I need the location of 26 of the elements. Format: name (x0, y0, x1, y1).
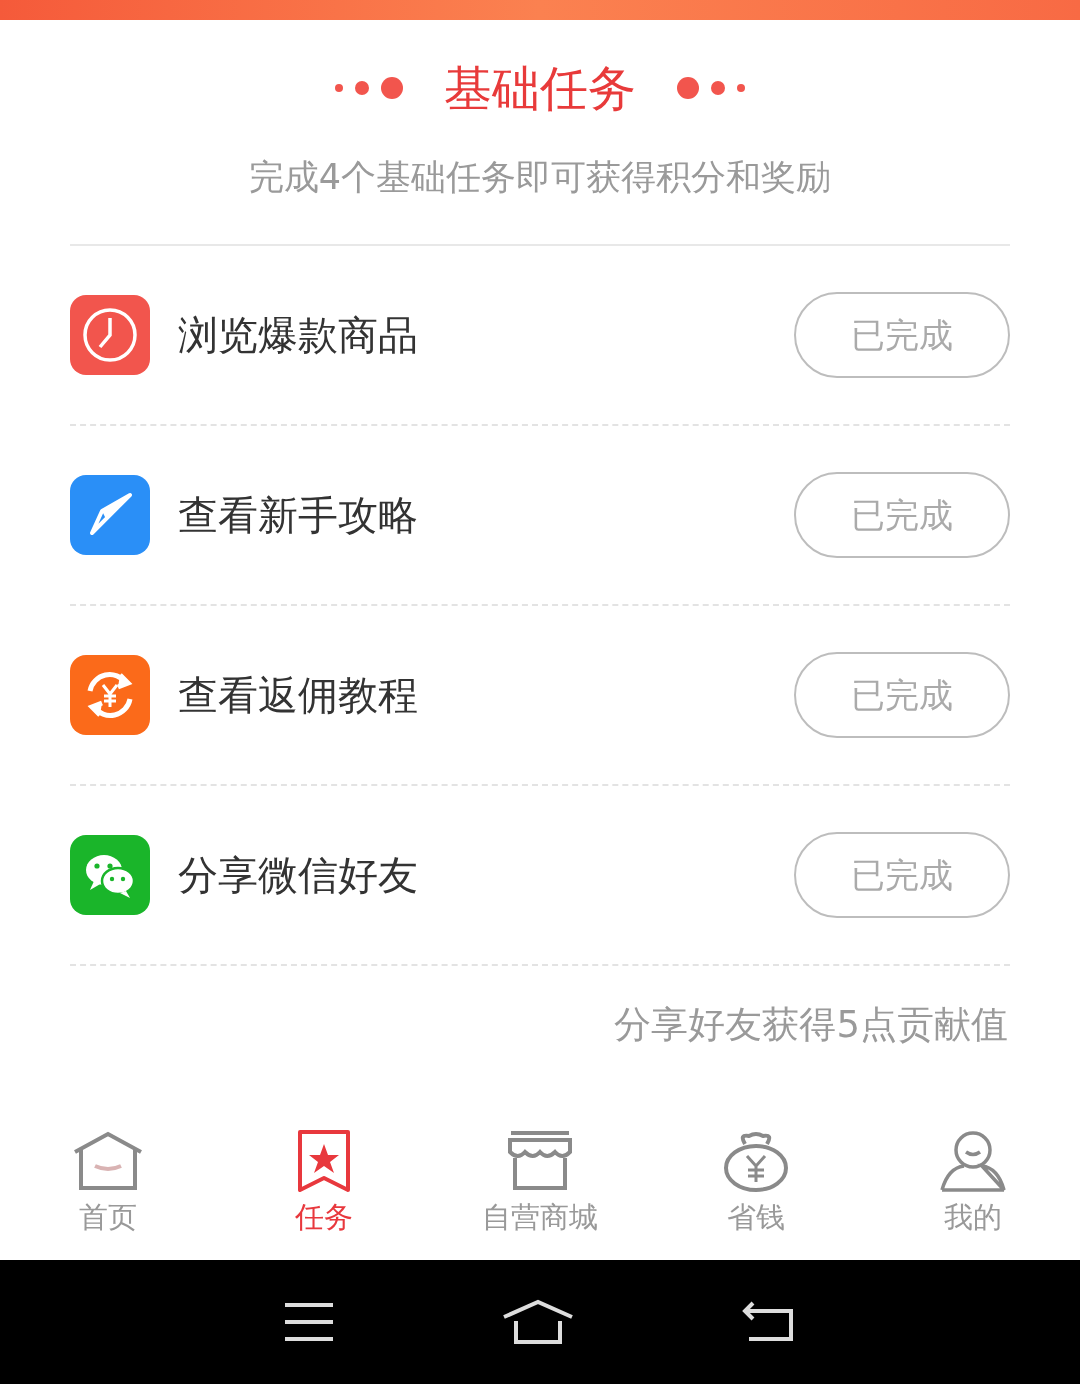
task-label: 查看返佣教程 (178, 671, 419, 720)
task-status-button[interactable]: 已完成 (794, 472, 1010, 558)
task-status-button[interactable]: 已完成 (794, 292, 1010, 378)
tab-bar-item[interactable]: 自营商城 (452, 1130, 628, 1240)
tab-bar-item[interactable]: 任务 (236, 1130, 412, 1240)
section-title: 基础任务 (444, 59, 636, 118)
dots-decoration-icon (334, 76, 404, 100)
section-subtitle: 完成4个基础任务即可获得积分和奖励 (248, 156, 832, 199)
task-status-button[interactable]: 已完成 (794, 832, 1010, 918)
tab-bar-item[interactable]: 省钱 (668, 1130, 844, 1240)
dots-decoration-icon (676, 76, 746, 100)
task-label: 查看新手攻略 (178, 491, 419, 540)
task-status-button[interactable]: 已完成 (794, 652, 1010, 738)
reward-note: 分享好友获得5点贡献值 (614, 1002, 1008, 1048)
tab-bar-item[interactable]: 首页 (20, 1130, 195, 1240)
task-label: 浏览爆款商品 (178, 311, 419, 360)
home-icon[interactable] (502, 1299, 574, 1345)
tab-bar-item[interactable]: 我的 (885, 1130, 1060, 1240)
exchange-icon (70, 655, 150, 735)
user-icon (937, 1130, 1008, 1193)
clock-icon (70, 295, 150, 375)
task-label: 分享微信好友 (178, 851, 419, 900)
storefront-icon (505, 1130, 575, 1193)
home-icon (72, 1130, 143, 1193)
chat-bubbles-icon (70, 835, 150, 915)
menu-icon[interactable] (283, 1301, 336, 1343)
